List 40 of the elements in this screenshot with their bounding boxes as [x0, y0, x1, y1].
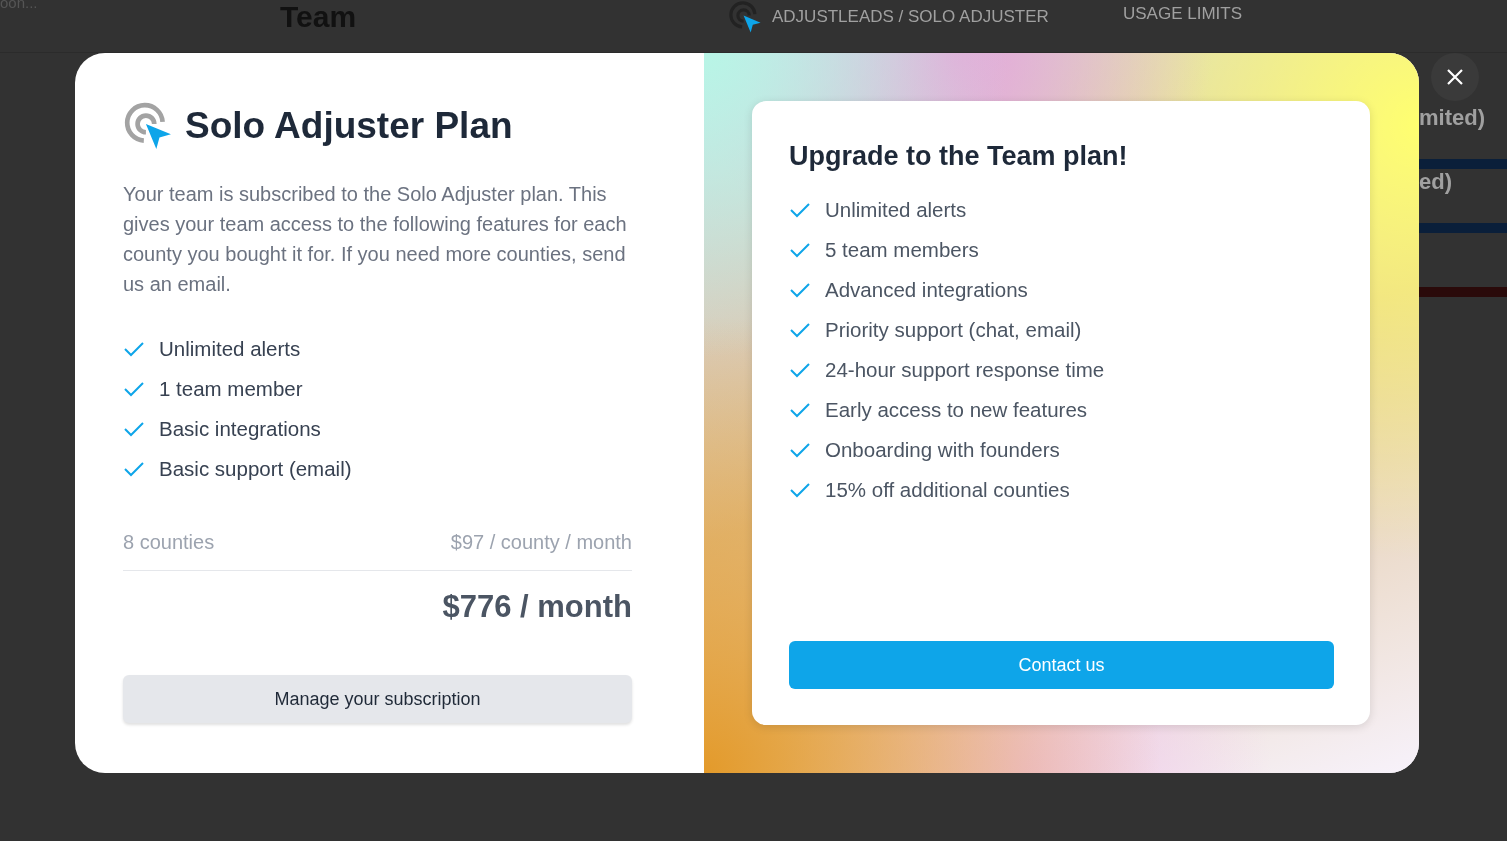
feature-text: 1 team member	[159, 377, 303, 401]
feature-text: 24-hour support response time	[825, 358, 1105, 382]
check-icon	[789, 282, 811, 298]
close-button[interactable]	[1431, 53, 1479, 101]
target-cursor-logo-icon	[728, 0, 762, 34]
feature-text: Unlimited alerts	[159, 337, 301, 361]
total-price: $776 / month	[442, 589, 632, 625]
feature-text: Unlimited alerts	[825, 198, 967, 222]
check-icon	[789, 202, 811, 218]
plan-description: Your team is subscribed to the Solo Adjuster plan. This gives your team access to the following features for each county you bought it for. If you need more counties, send us an email.	[123, 182, 628, 297]
check-icon	[789, 482, 811, 498]
usage-limits-tab[interactable]: USAGE LIMITS	[1123, 4, 1243, 24]
feature-text: Priority support (chat, email)	[825, 318, 1082, 342]
feature-text: Early access to new features	[825, 398, 1088, 422]
manage-subscription-button[interactable]: Manage your subscription	[123, 675, 632, 723]
feature-text: Onboarding with founders	[825, 438, 1060, 462]
target-cursor-logo-icon	[123, 101, 173, 151]
account-name: ADJUSTLEADS / SOLO ADJUSTER	[772, 7, 1049, 27]
check-icon	[789, 402, 811, 418]
check-icon	[123, 341, 145, 357]
usage-label: ed)	[1419, 169, 1453, 195]
check-icon	[789, 322, 811, 338]
check-icon	[123, 461, 145, 477]
feature-text: Advanced integrations	[825, 278, 1028, 302]
close-icon	[1446, 68, 1464, 86]
feature-text: Basic integrations	[159, 417, 321, 441]
plan-title: Solo Adjuster Plan	[185, 105, 513, 147]
county-count: 8 counties	[123, 531, 215, 554]
feature-text: 15% off additional counties	[825, 478, 1070, 502]
check-icon	[789, 442, 811, 458]
check-icon	[789, 242, 811, 258]
check-icon	[123, 381, 145, 397]
contact-us-button[interactable]: Contact us	[789, 641, 1334, 689]
usage-label: mited)	[1419, 105, 1486, 131]
upgrade-title: Upgrade to the Team plan!	[789, 141, 1129, 172]
check-icon	[789, 362, 811, 378]
feature-text: Basic support (email)	[159, 457, 352, 481]
unit-price: $97 / county / month	[450, 531, 632, 554]
check-icon	[123, 421, 145, 437]
feature-text: 5 team members	[825, 238, 979, 262]
